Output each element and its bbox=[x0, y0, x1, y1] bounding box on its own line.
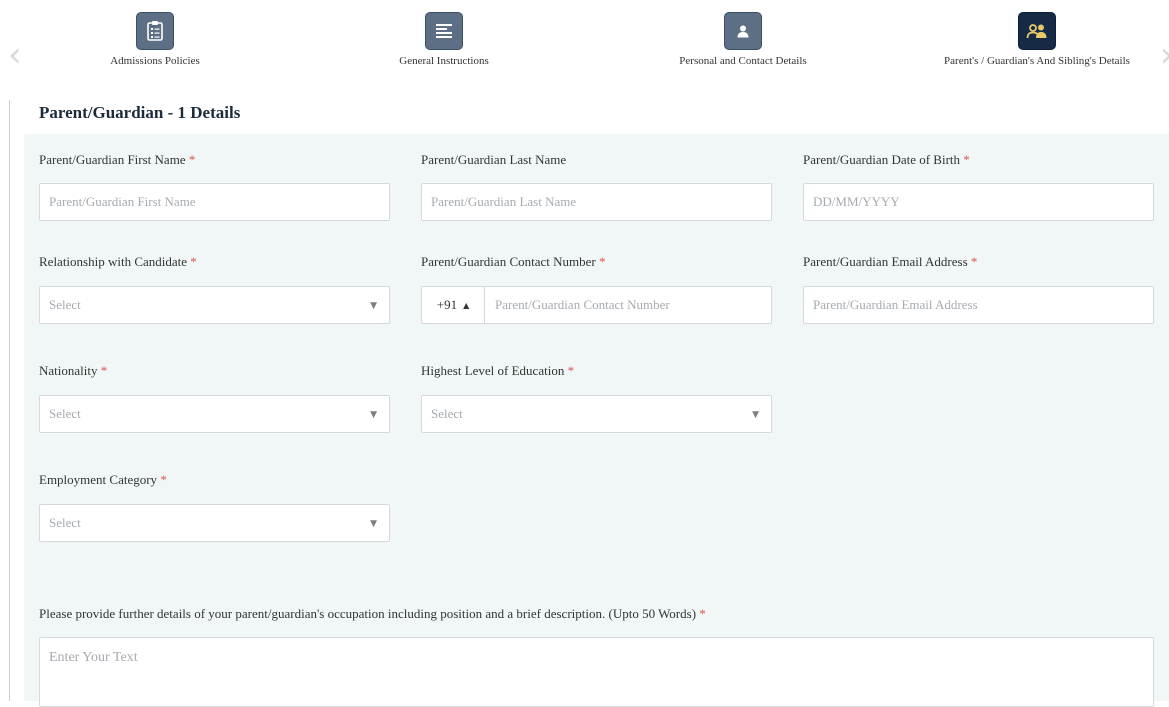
relationship-label: Relationship with Candidate * bbox=[39, 254, 197, 269]
country-code-select[interactable]: +91 ▲ bbox=[422, 287, 485, 323]
required-mark: * bbox=[567, 363, 575, 378]
step-label: Personal and Contact Details bbox=[679, 55, 807, 67]
text-lines-icon bbox=[425, 12, 463, 50]
dropdown-caret-icon: ▼ bbox=[370, 410, 377, 420]
required-mark: * bbox=[598, 254, 606, 269]
contact-number-input[interactable] bbox=[485, 287, 771, 323]
step-label: General Instructions bbox=[399, 55, 489, 67]
dob-input[interactable] bbox=[803, 183, 1154, 221]
step-personal-contact-details[interactable]: Personal and Contact Details bbox=[613, 12, 873, 68]
required-mark: * bbox=[160, 472, 167, 487]
email-label: Parent/Guardian Email Address * bbox=[803, 254, 978, 269]
dropdown-caret-icon: ▼ bbox=[752, 410, 759, 420]
relationship-select[interactable]: Select ▼ bbox=[39, 286, 390, 324]
contact-number-field: +91 ▲ bbox=[421, 286, 772, 324]
first-name-input[interactable] bbox=[39, 183, 390, 221]
required-mark: * bbox=[188, 152, 196, 167]
required-mark: * bbox=[190, 254, 197, 269]
dropdown-caret-icon: ▼ bbox=[370, 519, 377, 529]
required-mark: * bbox=[970, 254, 978, 269]
previous-step-arrow[interactable]: ‹ bbox=[8, 38, 22, 72]
step-parent-guardian-sibling-details[interactable]: Parent's / Guardian's And Sibling's Deta… bbox=[907, 12, 1167, 68]
clipboard-list-icon bbox=[136, 12, 174, 50]
step-admissions-policies[interactable]: Admissions Policies bbox=[25, 12, 285, 68]
first-name-label: Parent/Guardian First Name * bbox=[39, 152, 196, 167]
employment-select[interactable]: Select ▼ bbox=[39, 504, 390, 542]
step-label: Admissions Policies bbox=[110, 55, 200, 67]
nationality-select[interactable]: Select ▼ bbox=[39, 395, 390, 433]
country-code-value: +91 bbox=[436, 297, 458, 312]
select-value: Select bbox=[49, 406, 81, 421]
nationality-label: Nationality * bbox=[39, 363, 108, 378]
employment-label: Employment Category * bbox=[39, 472, 167, 487]
step-general-instructions[interactable]: General Instructions bbox=[314, 12, 574, 68]
step-label: Parent's / Guardian's And Sibling's Deta… bbox=[944, 55, 1130, 67]
education-label: Highest Level of Education * bbox=[421, 363, 575, 378]
last-name-input[interactable] bbox=[421, 183, 772, 221]
education-select[interactable]: Select ▼ bbox=[421, 395, 772, 433]
left-divider bbox=[9, 100, 10, 701]
required-mark: * bbox=[699, 606, 706, 621]
group-users-icon bbox=[1018, 12, 1056, 50]
person-icon bbox=[724, 12, 762, 50]
caret-up-icon: ▲ bbox=[463, 300, 470, 310]
dob-label: Parent/Guardian Date of Birth * bbox=[803, 152, 970, 167]
contact-number-label: Parent/Guardian Contact Number * bbox=[421, 254, 606, 269]
required-mark: * bbox=[963, 152, 970, 167]
occupation-label: Please provide further details of your p… bbox=[39, 606, 706, 621]
select-value: Select bbox=[431, 406, 463, 421]
dropdown-caret-icon: ▼ bbox=[370, 301, 377, 311]
section-title: Parent/Guardian - 1 Details bbox=[39, 103, 241, 122]
select-value: Select bbox=[49, 515, 81, 530]
select-value: Select bbox=[49, 297, 81, 312]
occupation-textarea[interactable] bbox=[39, 637, 1154, 707]
email-input[interactable] bbox=[803, 286, 1154, 324]
required-mark: * bbox=[100, 363, 108, 378]
last-name-label: Parent/Guardian Last Name bbox=[421, 152, 567, 167]
